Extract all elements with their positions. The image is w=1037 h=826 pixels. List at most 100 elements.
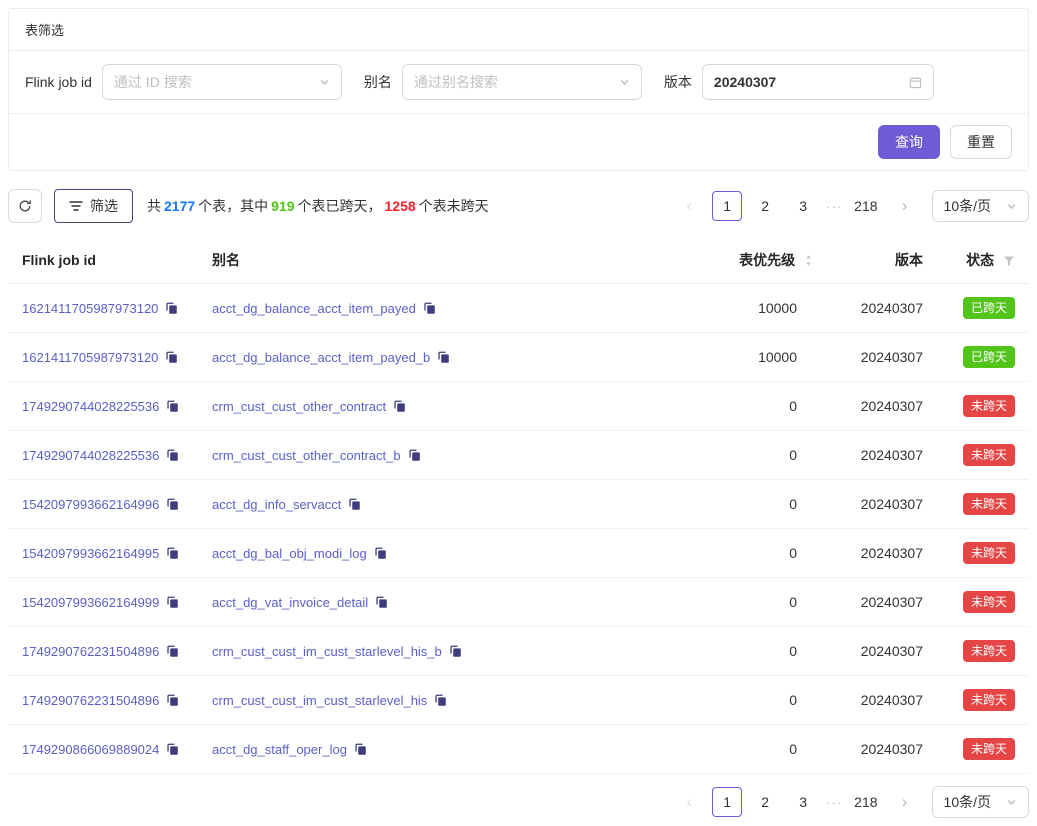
summary-text: 共2177个表，其中919个表已跨天，1258个表未跨天 — [147, 196, 489, 216]
status-badge: 未跨天 — [963, 591, 1015, 613]
filter-card-title: 表筛选 — [9, 9, 1028, 51]
pagination-bottom: ‹ 1 2 3 ··· 218 › 10条/页 — [674, 786, 1029, 818]
page-size-select[interactable]: 10条/页 — [932, 190, 1029, 222]
chevron-down-icon — [1006, 201, 1017, 212]
next-page-button[interactable]: › — [890, 191, 920, 221]
pagination-ellipsis[interactable]: ··· — [826, 199, 842, 214]
query-button[interactable]: 查询 — [878, 125, 940, 159]
page-3-button[interactable]: 3 — [788, 191, 818, 221]
alias-link[interactable]: acct_dg_vat_invoice_detail — [212, 595, 368, 610]
page-size-select[interactable]: 10条/页 — [932, 786, 1029, 818]
col-status[interactable]: 状态 — [937, 237, 1029, 284]
copy-icon[interactable] — [437, 351, 450, 364]
copy-icon[interactable] — [166, 645, 179, 658]
pagination-top: ‹ 1 2 3 ··· 218 › 10条/页 — [674, 190, 1029, 222]
table-header-row: Flink job id 别名 表优先级 版本 状态 — [8, 237, 1029, 284]
priority-cell: 0 — [687, 578, 827, 627]
alias-input[interactable] — [414, 74, 613, 90]
version-cell: 20240307 — [827, 725, 937, 774]
page-1-button[interactable]: 1 — [712, 191, 742, 221]
table-row: 1542097993662164999 acct_dg_vat_invoice_d… — [8, 578, 1029, 627]
job-id-link[interactable]: 1542097993662164999 — [22, 595, 159, 610]
table-row: 1621411705987973120 acct_dg_balance_acct_… — [8, 333, 1029, 382]
alias-link[interactable]: acct_dg_info_servacct — [212, 497, 341, 512]
version-cell: 20240307 — [827, 578, 937, 627]
priority-cell: 0 — [687, 529, 827, 578]
priority-cell: 10000 — [687, 284, 827, 333]
version-date-picker[interactable] — [702, 64, 934, 100]
job-id-link[interactable]: 1542097993662164996 — [22, 497, 159, 512]
filter-toggle-button[interactable]: 筛选 — [54, 189, 133, 223]
copy-icon[interactable] — [449, 645, 462, 658]
copy-icon[interactable] — [393, 400, 406, 413]
table-row: 1542097993662164995 acct_dg_bal_obj_modi_… — [8, 529, 1029, 578]
alias-link[interactable]: acct_dg_balance_acct_item_payed_b — [212, 350, 430, 365]
filter-funnel-icon[interactable] — [1003, 255, 1015, 267]
next-page-button[interactable]: › — [890, 787, 920, 817]
copy-icon[interactable] — [375, 596, 388, 609]
status-badge: 未跨天 — [963, 493, 1015, 515]
page-218-button[interactable]: 218 — [850, 787, 881, 817]
copy-icon[interactable] — [166, 694, 179, 707]
copy-icon[interactable] — [423, 302, 436, 315]
job-id-link[interactable]: 1621411705987973120 — [22, 350, 158, 365]
alias-link[interactable]: acct_dg_bal_obj_modi_log — [212, 546, 367, 561]
toolbar: 筛选 共2177个表，其中919个表已跨天，1258个表未跨天 ‹ 1 2 3 … — [8, 189, 1029, 223]
copy-icon[interactable] — [165, 302, 178, 315]
job-id-link[interactable]: 1749290744028225536 — [22, 399, 159, 414]
chevron-down-icon — [1006, 797, 1017, 808]
copy-icon[interactable] — [166, 449, 179, 462]
prev-page-button[interactable]: ‹ — [674, 787, 704, 817]
copy-icon[interactable] — [354, 743, 367, 756]
alias-link[interactable]: crm_cust_cust_im_cust_starlevel_his_b — [212, 644, 442, 659]
alias-label: 别名 — [364, 72, 392, 92]
copy-icon[interactable] — [434, 694, 447, 707]
job-id-link[interactable]: 1749290866069889024 — [22, 742, 159, 757]
page-218-button[interactable]: 218 — [850, 191, 881, 221]
job-id-link[interactable]: 1749290744028225536 — [22, 448, 159, 463]
copy-icon[interactable] — [348, 498, 361, 511]
page-3-button[interactable]: 3 — [788, 787, 818, 817]
table-row: 1542097993662164996 acct_dg_info_servacct… — [8, 480, 1029, 529]
priority-cell: 10000 — [687, 333, 827, 382]
copy-icon[interactable] — [166, 498, 179, 511]
job-id-link[interactable]: 1542097993662164995 — [22, 546, 159, 561]
col-priority[interactable]: 表优先级 — [687, 237, 827, 284]
copy-icon[interactable] — [166, 743, 179, 756]
alias-select[interactable] — [402, 64, 642, 100]
prev-page-button[interactable]: ‹ — [674, 191, 704, 221]
copy-icon[interactable] — [166, 400, 179, 413]
job-id-link[interactable]: 1749290762231504896 — [22, 644, 159, 659]
version-cell: 20240307 — [827, 333, 937, 382]
table-row: 1749290866069889024 acct_dg_staff_oper_lo… — [8, 725, 1029, 774]
flink-job-id-select[interactable] — [102, 64, 342, 100]
page-1-button[interactable]: 1 — [712, 787, 742, 817]
flink-job-id-input[interactable] — [114, 74, 313, 90]
pagination-ellipsis[interactable]: ··· — [826, 795, 842, 810]
alias-link[interactable]: crm_cust_cust_other_contract — [212, 399, 386, 414]
page-2-button[interactable]: 2 — [750, 787, 780, 817]
version-cell: 20240307 — [827, 382, 937, 431]
status-badge: 已跨天 — [963, 297, 1015, 319]
alias-link[interactable]: acct_dg_balance_acct_item_payed — [212, 301, 416, 316]
copy-icon[interactable] — [408, 449, 421, 462]
status-badge: 未跨天 — [963, 395, 1015, 417]
priority-cell: 0 — [687, 725, 827, 774]
refresh-button[interactable] — [8, 189, 42, 223]
status-badge: 已跨天 — [963, 346, 1015, 368]
copy-icon[interactable] — [166, 547, 179, 560]
priority-cell: 0 — [687, 627, 827, 676]
summary-part: 个表已跨天， — [298, 198, 382, 214]
alias-link[interactable]: acct_dg_staff_oper_log — [212, 742, 347, 757]
job-id-link[interactable]: 1749290762231504896 — [22, 693, 159, 708]
reset-button[interactable]: 重置 — [950, 125, 1012, 159]
alias-link[interactable]: crm_cust_cust_other_contract_b — [212, 448, 401, 463]
job-id-link[interactable]: 1621411705987973120 — [22, 301, 158, 316]
copy-icon[interactable] — [374, 547, 387, 560]
version-date-input[interactable] — [714, 74, 903, 90]
alias-link[interactable]: crm_cust_cust_im_cust_starlevel_his — [212, 693, 427, 708]
summary-total-count: 2177 — [164, 198, 195, 214]
page-2-button[interactable]: 2 — [750, 191, 780, 221]
copy-icon[interactable] — [165, 351, 178, 364]
copy-icon[interactable] — [166, 596, 179, 609]
